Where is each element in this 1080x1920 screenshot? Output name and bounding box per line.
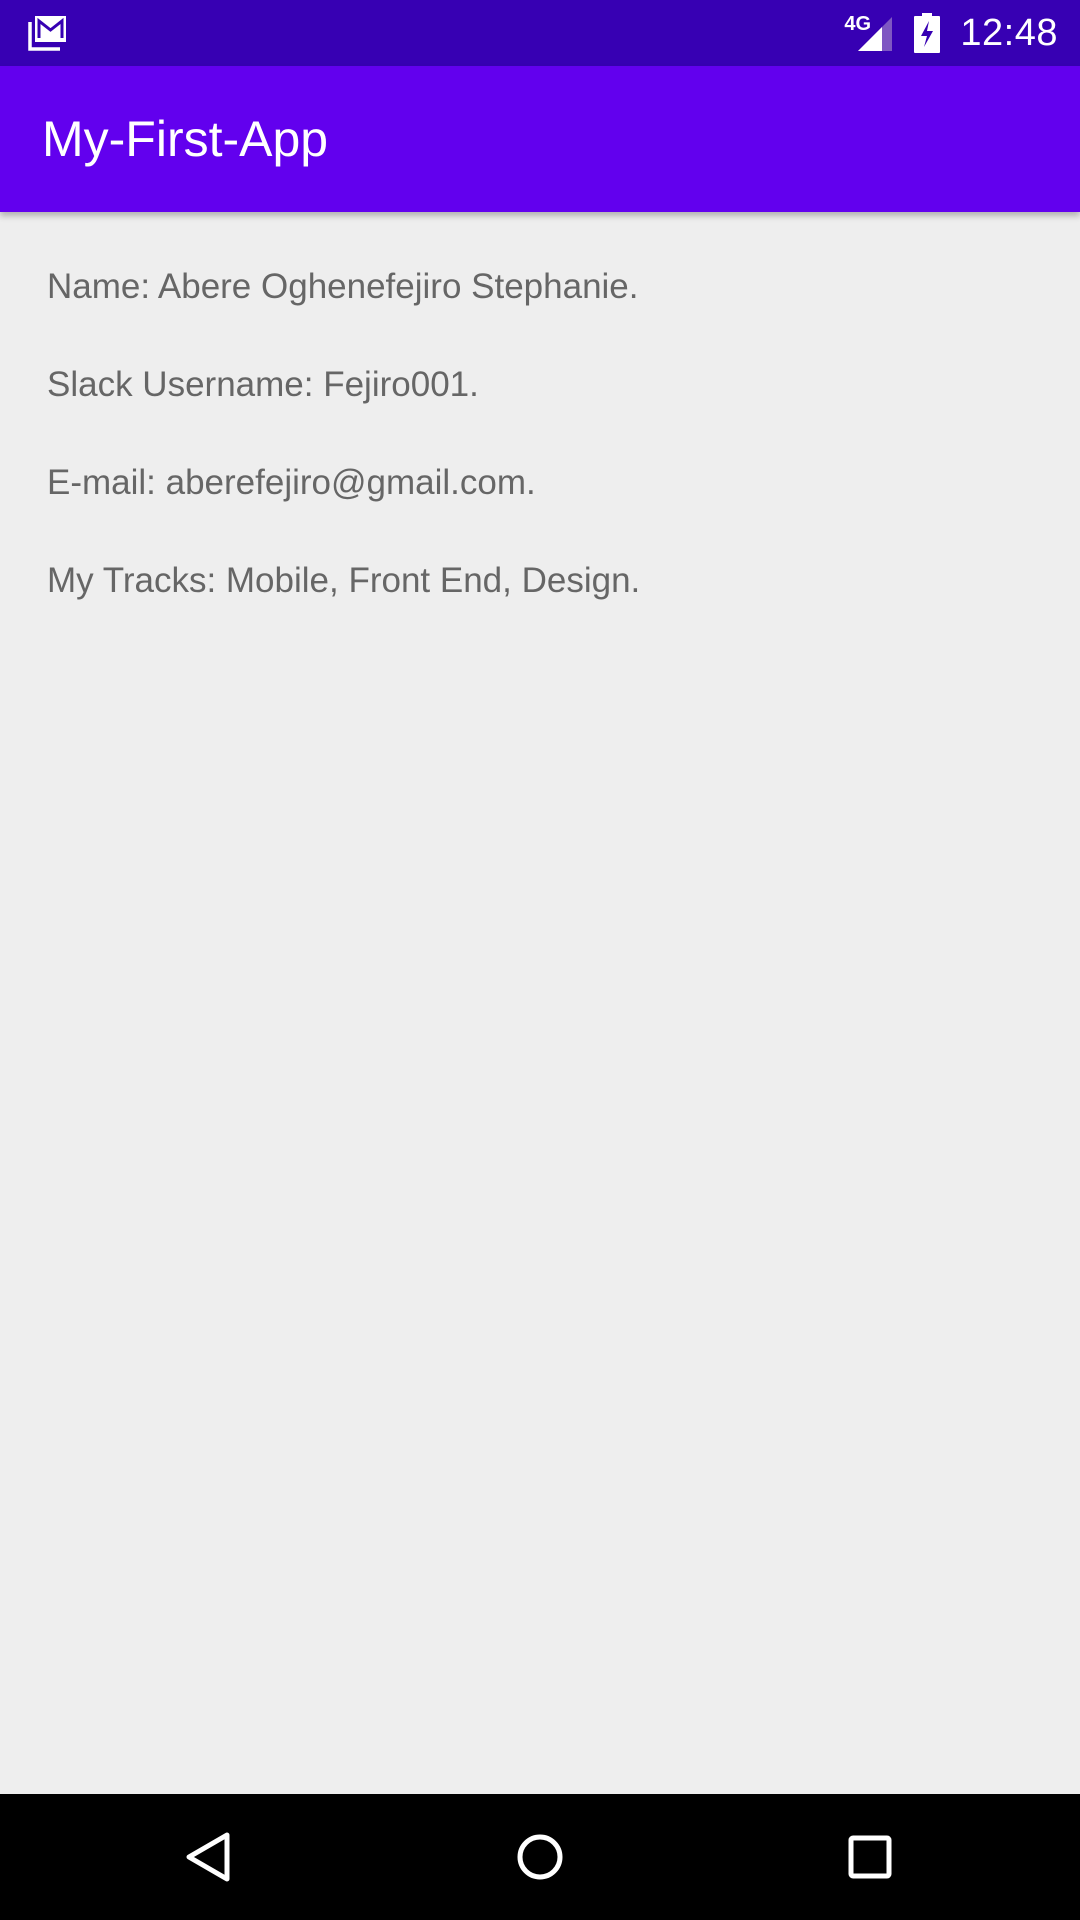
tracks-text: My Tracks: Mobile, Front End, Design. — [47, 561, 641, 600]
back-icon[interactable] — [180, 1827, 240, 1887]
app-title: My-First-App — [42, 111, 329, 167]
gmail-icon — [28, 14, 68, 52]
status-bar: 4G 12:48 — [0, 0, 1080, 66]
network-indicator: 4G — [844, 13, 894, 53]
home-icon[interactable] — [510, 1827, 570, 1887]
screen: 4G 12:48 My-First-App Name: Abere Oghene… — [0, 0, 1080, 1920]
app-bar: My-First-App — [0, 66, 1080, 212]
battery-charging-icon — [914, 13, 941, 53]
slack-username-text: Slack Username: Fejiro001. — [47, 365, 479, 404]
email-text: E-mail: aberefejiro@gmail.com. — [47, 463, 536, 502]
name-text: Name: Abere Oghenefejiro Stephanie. — [47, 267, 639, 306]
cell-signal-icon — [858, 17, 893, 51]
status-icons: 4G 12:48 — [844, 0, 1058, 66]
recents-icon[interactable] — [840, 1827, 900, 1887]
status-time: 12:48 — [960, 11, 1058, 54]
profile-info: Name: Abere Oghenefejiro Stephanie. Slac… — [47, 258, 1027, 650]
navigation-bar — [0, 1794, 1080, 1920]
